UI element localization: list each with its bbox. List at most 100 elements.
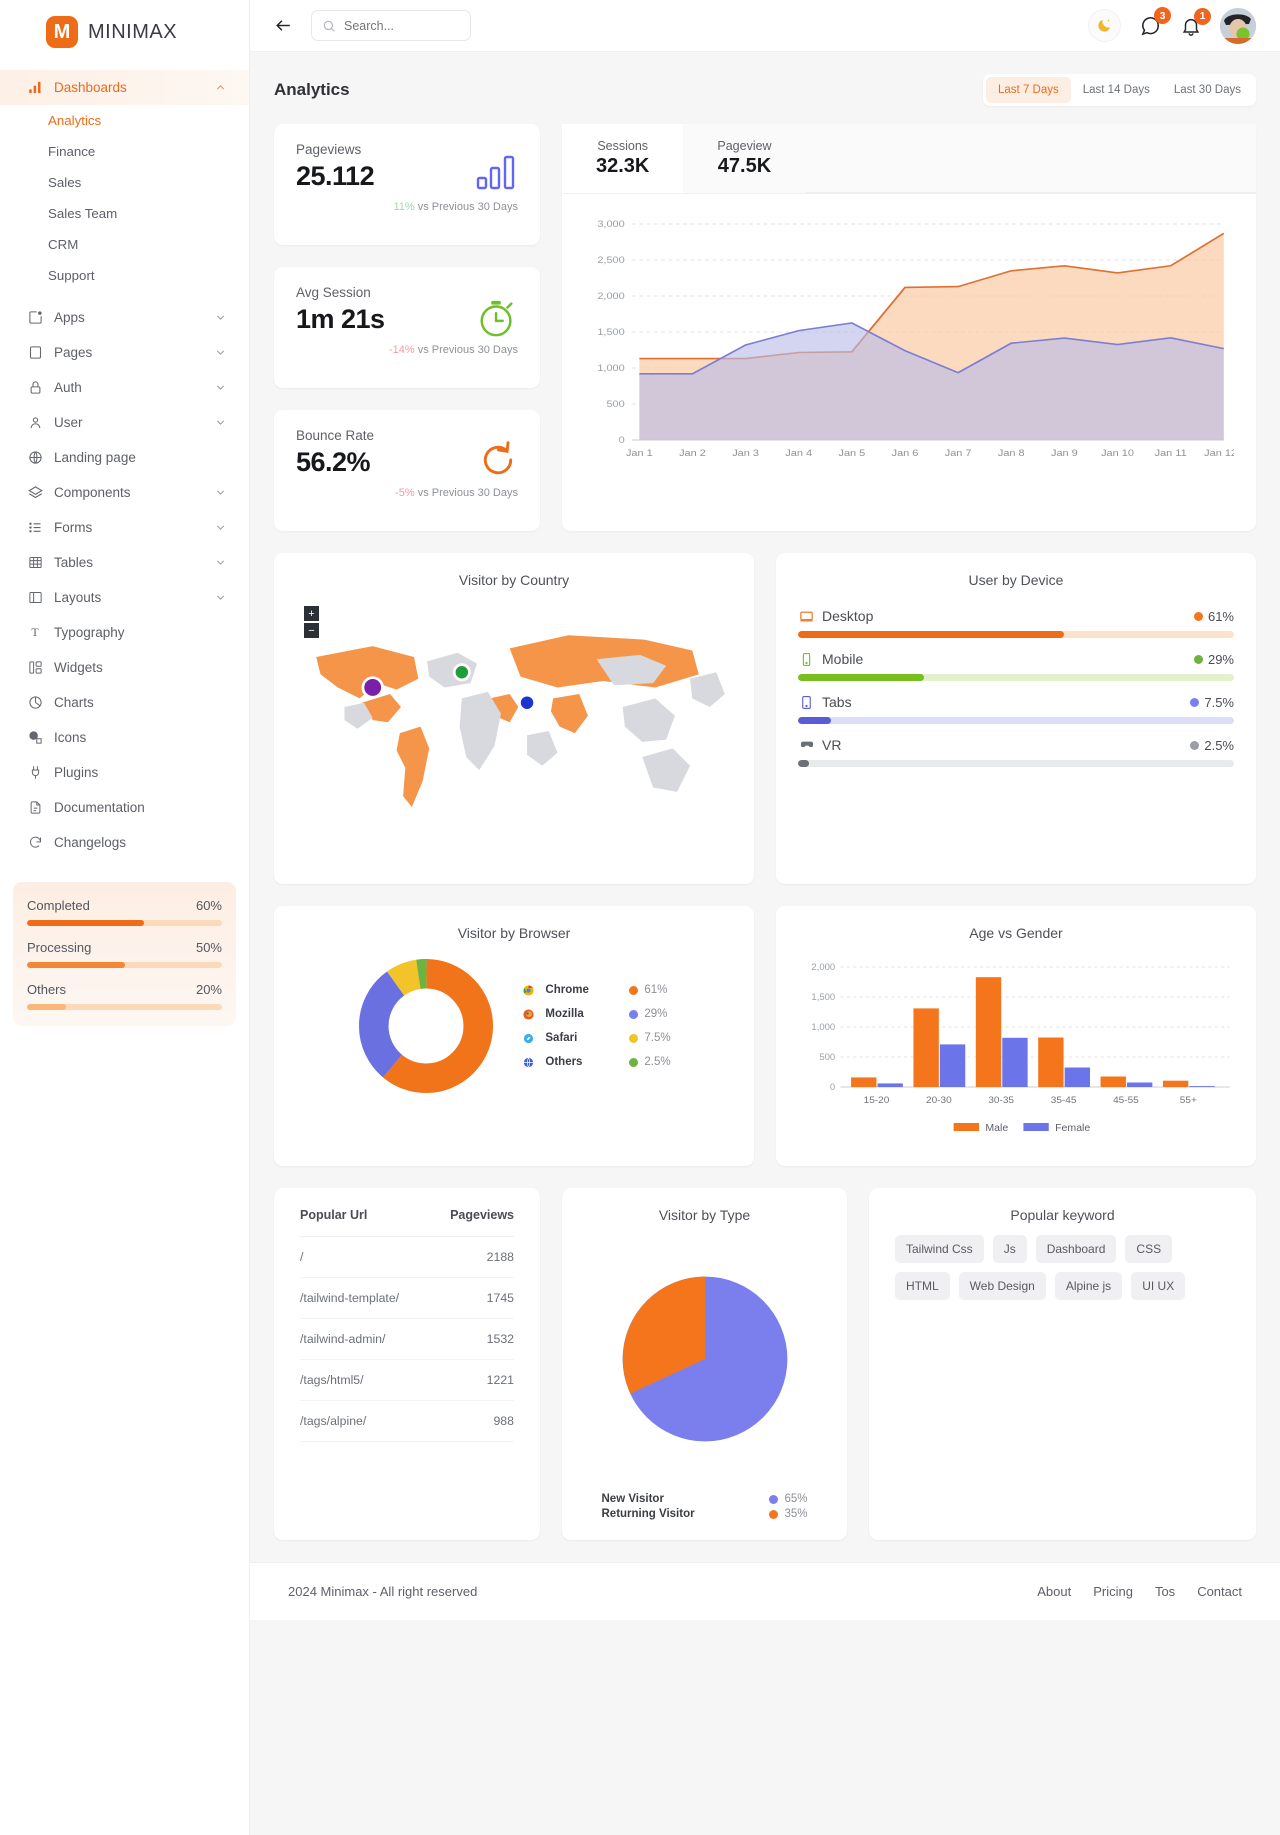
sidebar-item-label: Tables	[54, 555, 94, 570]
keyword-tag[interactable]: Web Design	[958, 1272, 1046, 1300]
brand-logo-icon: M	[46, 16, 78, 48]
device-track	[798, 674, 1234, 681]
map-zoom-in-button[interactable]: +	[304, 606, 319, 621]
sidebar-item-plugins[interactable]: Plugins	[0, 755, 249, 790]
sidebar-item-label: Layouts	[54, 590, 102, 605]
range-tab-14[interactable]: Last 14 Days	[1071, 77, 1162, 103]
bar-chart-icon	[476, 154, 518, 197]
sidebar-item-changelogs[interactable]: Changelogs	[0, 825, 249, 860]
sidebar-item-landing-page[interactable]: Landing page	[0, 440, 249, 475]
sidebar-item-icons[interactable]: Icons	[0, 720, 249, 755]
footer-link-about[interactable]: About	[1037, 1584, 1071, 1599]
legend-value: 61%	[644, 984, 668, 996]
table-row[interactable]: /tags/alpine/ 988	[300, 1400, 514, 1442]
sidebar-item-tables[interactable]: Tables	[0, 545, 249, 580]
donut-svg	[359, 958, 494, 1094]
brand[interactable]: M MINIMAX	[0, 0, 249, 64]
progress-value: 20%	[195, 982, 222, 997]
sidebar-item-sales[interactable]: Sales	[0, 167, 249, 198]
svg-text:3,000: 3,000	[597, 220, 625, 230]
map-zoom-out-button[interactable]: −	[304, 623, 319, 638]
sidebar-item-user[interactable]: User	[0, 405, 249, 440]
tablet-icon	[798, 695, 815, 710]
sidebar-item-layouts[interactable]: Layouts	[0, 580, 249, 615]
footer-link-pricing[interactable]: Pricing	[1093, 1584, 1133, 1599]
sidebar-item-auth[interactable]: Auth	[0, 370, 249, 405]
device-track	[798, 717, 1234, 724]
sidebar-item-pages[interactable]: Pages	[0, 335, 249, 370]
footer-link-tos[interactable]: Tos	[1155, 1584, 1175, 1599]
legend-row-safari: Safari 7.5%	[521, 1026, 671, 1050]
footer: 2024 Minimax - All right reserved About …	[250, 1562, 1280, 1620]
sidebar-item-typography[interactable]: T Typography	[0, 615, 249, 650]
sidebar-item-finance[interactable]: Finance	[0, 136, 249, 167]
device-row-mobile: Mobile 29%	[798, 651, 1234, 681]
range-tab-30[interactable]: Last 30 Days	[1162, 77, 1253, 103]
svg-text:Female: Female	[1055, 1123, 1090, 1134]
svg-text:55+: 55+	[1180, 1095, 1197, 1106]
sidebar-item-dashboards[interactable]: Dashboards	[0, 70, 249, 105]
search-input[interactable]	[344, 18, 460, 33]
range-tab-7[interactable]: Last 7 Days	[986, 77, 1071, 103]
footer-link-contact[interactable]: Contact	[1197, 1584, 1242, 1599]
tab-sessions[interactable]: Sessions 32.3K	[562, 124, 684, 193]
sidebar-item-support[interactable]: Support	[0, 260, 249, 291]
svg-text:500: 500	[606, 400, 625, 410]
keyword-tag[interactable]: Dashboard	[1035, 1235, 1117, 1263]
notifications-button[interactable]: 1	[1180, 7, 1211, 37]
sidebar-item-label: Changelogs	[54, 835, 127, 850]
stat-delta: 11% vs Previous 30 Days	[296, 201, 518, 213]
table-row[interactable]: /tailwind-admin/ 1532	[300, 1318, 514, 1360]
keyword-tag-list: Tailwind Css Js Dashboard CSS HTML Web D…	[869, 1229, 1256, 1320]
table-row[interactable]: /tags/html5/ 1221	[300, 1359, 514, 1401]
table-row[interactable]: /tailwind-template/ 1745	[300, 1277, 514, 1319]
sidebar-item-label: Apps	[54, 310, 85, 325]
table-row[interactable]: / 2188	[300, 1236, 514, 1278]
sidebar-item-components[interactable]: Components	[0, 475, 249, 510]
sidebar-item-label: Components	[54, 485, 131, 500]
tab-label: Sessions	[597, 139, 649, 153]
firefox-icon	[521, 1008, 535, 1020]
sidebar-subitem-label: CRM	[48, 237, 79, 252]
refresh-icon	[27, 835, 43, 851]
plug-icon	[27, 765, 43, 781]
device-row-vr: VR 2.5%	[798, 737, 1234, 767]
keyword-tag[interactable]: UI UX	[1131, 1272, 1186, 1300]
sidebar-item-sales-team[interactable]: Sales Team	[0, 198, 249, 229]
card-title: Visitor by Browser	[457, 925, 571, 941]
search-box[interactable]	[311, 10, 471, 41]
arrow-left-icon[interactable]	[274, 16, 293, 35]
messages-button[interactable]: 3	[1139, 7, 1171, 37]
sidebar-item-label: Icons	[54, 730, 87, 745]
chevron-down-icon	[214, 521, 227, 534]
sidebar-item-analytics[interactable]: Analytics	[0, 105, 249, 136]
svg-text:Jan 6: Jan 6	[892, 449, 919, 459]
legend-label: New Visitor	[601, 1493, 664, 1505]
moon-icon	[1096, 17, 1113, 34]
sidebar-item-widgets[interactable]: Widgets	[0, 650, 249, 685]
avatar[interactable]	[1220, 7, 1256, 44]
stopwatch-icon	[476, 297, 518, 344]
progress-label: Others	[27, 982, 67, 997]
keyword-tag[interactable]: Alpine js	[1054, 1272, 1123, 1300]
globe-icon	[27, 450, 43, 466]
sidebar-item-apps[interactable]: Apps	[0, 300, 249, 335]
stat-delta-value: -14%	[388, 344, 415, 356]
cell-url: /tags/alpine/	[300, 1400, 431, 1442]
sidebar-item-crm[interactable]: CRM	[0, 229, 249, 260]
chevron-down-icon	[214, 381, 227, 394]
keyword-tag[interactable]: HTML	[895, 1272, 950, 1300]
type-icon: T	[31, 625, 39, 639]
legend-row-new-visitor: New Visitor 65%	[602, 1493, 808, 1505]
keyword-tag[interactable]: CSS	[1125, 1235, 1173, 1263]
sidebar-item-label: Widgets	[54, 660, 103, 675]
keyword-tag[interactable]: Js	[992, 1235, 1027, 1263]
chrome-icon	[521, 984, 535, 996]
sidebar-item-documentation[interactable]: Documentation	[0, 790, 249, 825]
sidebar-item-charts[interactable]: Charts	[0, 685, 249, 720]
theme-toggle-button[interactable]	[1088, 9, 1121, 42]
tab-pageview[interactable]: Pageview 47.5K	[683, 124, 806, 193]
world-map[interactable]: + −	[274, 594, 754, 884]
sidebar-item-forms[interactable]: Forms	[0, 510, 249, 545]
keyword-tag[interactable]: Tailwind Css	[895, 1235, 984, 1263]
